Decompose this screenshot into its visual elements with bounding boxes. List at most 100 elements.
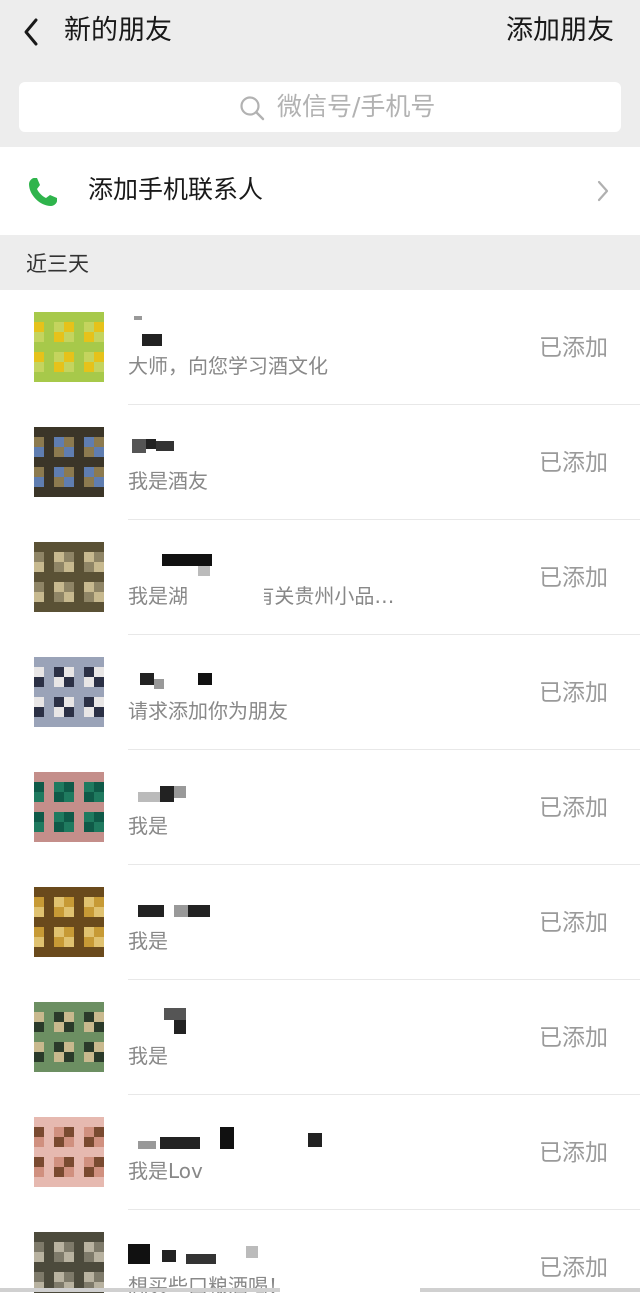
avatar-pixel: [34, 1032, 44, 1042]
avatar-pixel: [84, 1042, 94, 1052]
avatar-pixel: [74, 372, 84, 382]
avatar-pixel: [44, 657, 54, 667]
avatar-pixel: [54, 437, 64, 447]
avatar-pixel: [54, 372, 64, 382]
avatar-pixel: [54, 427, 64, 437]
avatar-pixel: [34, 792, 44, 802]
avatar-pixel: [34, 322, 44, 332]
avatar-pixel: [74, 717, 84, 727]
avatar-pixel: [84, 1012, 94, 1022]
avatar-pixel: [44, 1032, 54, 1042]
avatar-pixel: [34, 717, 44, 727]
avatar-pixel: [44, 447, 54, 457]
avatar-pixel: [74, 362, 84, 372]
back-arrow-icon[interactable]: [20, 16, 44, 48]
avatar-pixel: [94, 1002, 104, 1012]
avatar-pixel: [74, 917, 84, 927]
avatar-pixel: [34, 487, 44, 497]
friend-request-row[interactable]: 请求添加你为朋友 已添加: [0, 635, 640, 750]
friend-request-row[interactable]: 我是 已添加: [0, 750, 640, 865]
avatar-pixel: [84, 362, 94, 372]
friend-request-row[interactable]: 想买些口粮酒喝！ 已添加: [0, 1210, 640, 1293]
request-message: 我是酒友: [128, 469, 208, 493]
friend-request-row[interactable]: 我是Lov 已添加: [0, 1095, 640, 1210]
avatar-pixel: [74, 487, 84, 497]
avatar-pixel: [34, 812, 44, 822]
avatar-pixel: [64, 322, 74, 332]
avatar-pixel: [34, 1117, 44, 1127]
avatar-pixel: [64, 937, 74, 947]
avatar-pixel: [84, 812, 94, 822]
avatar-pixel: [34, 1147, 44, 1157]
request-message: 我是Lov: [128, 1159, 203, 1183]
avatar-pixel: [94, 1232, 104, 1242]
avatar-pixel: [94, 887, 104, 897]
search-placeholder: 微信号/手机号: [277, 92, 436, 121]
avatar-pixel: [34, 782, 44, 792]
friend-request-row[interactable]: 我是酒友 已添加: [0, 405, 640, 520]
avatar: [34, 427, 104, 497]
avatar-pixel: [54, 572, 64, 582]
avatar-pixel: [34, 707, 44, 717]
avatar-pixel: [34, 437, 44, 447]
search-input[interactable]: 微信号/手机号: [19, 82, 621, 132]
avatar-pixel: [44, 832, 54, 842]
avatar-pixel: [44, 897, 54, 907]
name-pixelated: [138, 786, 186, 802]
avatar-pixel: [94, 1012, 104, 1022]
avatar-pixel: [94, 477, 104, 487]
avatar-pixel: [74, 782, 84, 792]
avatar-pixel: [64, 332, 74, 342]
avatar-pixel: [64, 1157, 74, 1167]
avatar-pixel: [44, 552, 54, 562]
avatar-pixel: [84, 782, 94, 792]
add-phone-contacts-item[interactable]: 添加手机联系人: [0, 147, 640, 235]
friend-request-row[interactable]: 我是 已添加: [0, 980, 640, 1095]
friend-request-row[interactable]: 我是湖 要咨询有关贵州小品… 已添加: [0, 520, 640, 635]
friend-request-row[interactable]: 我是 已添加: [0, 865, 640, 980]
avatar-pixel: [44, 1002, 54, 1012]
avatar-pixel: [54, 792, 64, 802]
avatar-pixel: [84, 312, 94, 322]
avatar-pixel: [44, 907, 54, 917]
add-friend-button[interactable]: 添加朋友: [506, 14, 614, 48]
avatar-pixel: [44, 772, 54, 782]
request-message: 大师，向您学习酒文化: [128, 354, 328, 378]
avatar-pixel: [84, 1022, 94, 1032]
avatar-pixel: [94, 1262, 104, 1272]
avatar-pixel: [54, 1147, 64, 1157]
avatar-pixel: [84, 552, 94, 562]
avatar-pixel: [34, 562, 44, 572]
avatar-pixel: [44, 1262, 54, 1272]
avatar-pixel: [54, 717, 64, 727]
avatar-pixel: [44, 487, 54, 497]
avatar-pixel: [34, 447, 44, 457]
avatar-pixel: [74, 1272, 84, 1282]
avatar-pixel: [34, 687, 44, 697]
avatar-pixel: [74, 802, 84, 812]
avatar-pixel: [64, 487, 74, 497]
avatar-pixel: [74, 562, 84, 572]
friend-request-row[interactable]: 大师，向您学习酒文化 已添加: [0, 290, 640, 405]
avatar-pixel: [44, 457, 54, 467]
avatar-pixel: [64, 1022, 74, 1032]
avatar: [34, 312, 104, 382]
avatar-pixel: [74, 667, 84, 677]
avatar-pixel: [94, 542, 104, 552]
avatar-pixel: [44, 542, 54, 552]
avatar-pixel: [84, 1147, 94, 1157]
avatar-pixel: [44, 947, 54, 957]
avatar-pixel: [44, 802, 54, 812]
avatar: [34, 1002, 104, 1072]
avatar-pixel: [94, 467, 104, 477]
avatar-pixel: [54, 342, 64, 352]
avatar-pixel: [44, 1022, 54, 1032]
avatar-pixel: [84, 947, 94, 957]
avatar-pixel: [84, 352, 94, 362]
avatar-pixel: [54, 562, 64, 572]
avatar-pixel: [74, 907, 84, 917]
avatar-pixel: [94, 782, 104, 792]
avatar-pixel: [74, 427, 84, 437]
avatar-pixel: [34, 372, 44, 382]
avatar-pixel: [84, 427, 94, 437]
